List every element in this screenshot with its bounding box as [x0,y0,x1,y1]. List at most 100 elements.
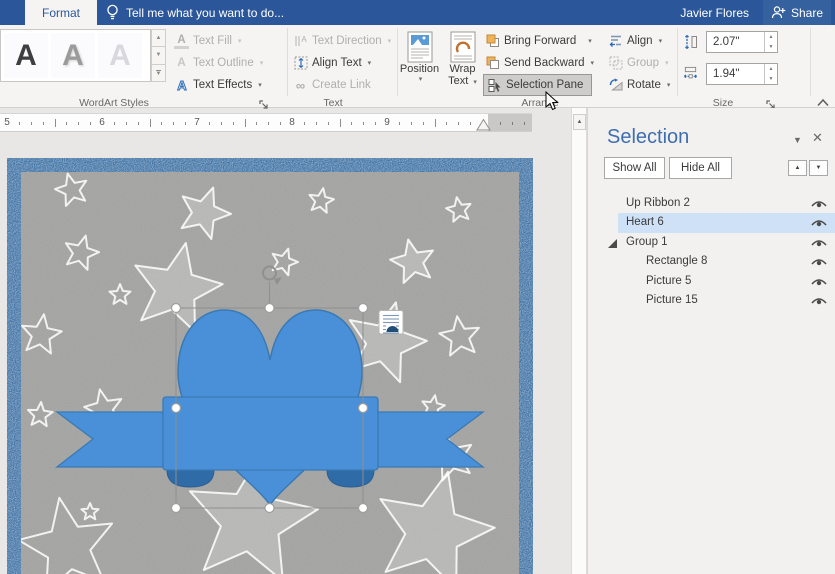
gallery-up-button[interactable]: ▲ [151,29,166,47]
selection-item-picture-5[interactable]: Picture 5 [597,272,835,291]
eye-visibility-icon[interactable] [811,256,827,267]
shape-height-icon [683,34,698,49]
eye-visibility-icon[interactable] [811,198,827,209]
height-spinner[interactable]: ▲▼ [764,32,777,52]
selection-item-label: Group 1 [626,236,668,248]
resize-handle[interactable] [172,304,181,313]
group-separator [287,28,288,96]
horizontal-ruler[interactable]: 56789 [0,113,532,132]
ruler-tick [90,122,91,125]
position-button[interactable]: Position ▾ [399,28,440,98]
resize-handle[interactable] [265,304,274,313]
move-down-button[interactable]: ▼ [809,160,828,176]
share-button[interactable]: Share [763,0,831,25]
rotate-button[interactable]: Rotate▾ [608,75,670,95]
ruler-number: 9 [384,117,390,128]
selection-item-rectangle-8[interactable]: Rectangle 8 [597,252,835,271]
wordart-dialog-launcher-icon[interactable] [259,100,269,110]
wordart-style-thumb[interactable]: A [98,33,142,78]
align-objects-icon [608,34,623,49]
collapse-ribbon-icon[interactable] [816,97,830,108]
ruler-tick [500,122,501,125]
scroll-up-button[interactable]: ▲ [573,114,586,130]
move-up-button[interactable]: ▲ [788,160,807,176]
group-separator [677,28,678,96]
ruler-tick [375,122,376,125]
ruler-tick [256,122,257,125]
shape-height-input[interactable]: 2.07" ▲▼ [706,31,778,53]
ruler-number: 5 [4,117,10,128]
align-button[interactable]: Align▾ [608,31,662,51]
wordart-style-thumb[interactable]: A [51,33,95,78]
eye-visibility-icon[interactable] [811,217,827,228]
wordart-style-thumb[interactable]: A [4,33,48,78]
align-text-button[interactable]: Align Text▾ [293,53,371,73]
wrap-text-icon [450,31,476,63]
send-backward-button[interactable]: Send Backward▾ [485,53,594,73]
bring-forward-button[interactable]: Bring Forward▾ [485,31,592,51]
resize-handle[interactable] [359,304,368,313]
selection-item-label: Picture 15 [646,294,698,306]
ruler-tick [512,122,513,125]
ruler-tick [161,122,162,125]
selection-item-label: Up Ribbon 2 [626,197,690,209]
pane-close-icon[interactable]: ✕ [812,130,823,146]
resize-handle[interactable] [265,504,274,513]
selection-pane-icon [487,78,502,93]
eye-visibility-icon[interactable] [811,276,827,287]
resize-handle[interactable] [172,504,181,513]
svg-text:A: A [301,35,307,44]
selection-list: Up Ribbon 2 Heart 6 Group 1 Rectangle 8 Pict… [597,194,835,310]
create-link-button: ∞ Create Link [293,75,371,95]
ruler-tick [446,122,447,125]
eye-visibility-icon[interactable] [811,295,827,306]
ruler-tick [524,122,525,125]
selection-item-heart-6[interactable]: Heart 6 [597,213,835,232]
pane-menu-icon[interactable]: ▼ [793,135,802,145]
wrap-text-button[interactable]: Wrap Text ▾ [442,28,483,98]
selection-item-label: Picture 5 [646,275,691,287]
text-outline-button: A Text Outline▾ [174,53,263,73]
selection-item-group-1[interactable]: Group 1 [597,233,835,252]
layout-options-button[interactable] [379,311,403,335]
ruler-tick [150,119,151,127]
document-canvas[interactable] [0,134,572,574]
selection-item-up-ribbon-2[interactable]: Up Ribbon 2 [597,194,835,213]
ruler-tick [55,119,56,127]
hide-all-button[interactable]: Hide All [669,157,732,179]
wordart-gallery[interactable]: AAA [0,29,151,82]
width-spinner[interactable]: ▲▼ [764,64,777,84]
ruler-tick [78,122,79,125]
right-indent-marker[interactable] [476,119,491,131]
ruler-tick [316,122,317,125]
user-name[interactable]: Javier Flores [680,0,749,25]
shape-height-value: 2.07" [707,36,764,48]
selection-item-picture-15[interactable]: Picture 15 [597,291,835,310]
gallery-more-button[interactable]: ▼ [151,65,166,82]
selection-pane-button[interactable]: Selection Pane [484,75,591,95]
resize-handle[interactable] [359,504,368,513]
ribbon: AAA ▲ ▼ ▼ WordArt Styles A Text Fill▾ A … [0,25,835,108]
text-outline-icon: A [174,56,189,71]
vertical-scrollbar[interactable]: ▲ [571,108,587,574]
selection-item-label: Rectangle 8 [646,255,707,267]
expander-icon[interactable] [608,239,617,248]
shape-width-input[interactable]: 1.94" ▲▼ [706,63,778,85]
resize-handle[interactable] [172,404,181,413]
text-effects-button[interactable]: A Text Effects▾ [174,75,262,95]
resize-handle[interactable] [359,404,368,413]
show-all-button[interactable]: Show All [604,157,665,179]
group-objects-icon [608,56,623,71]
share-label: Share [791,6,823,20]
ruler-tick [435,119,436,127]
ruler-tick [31,122,32,125]
tab-format[interactable]: Format [25,0,97,25]
eye-visibility-icon[interactable] [811,237,827,248]
svg-text:A: A [177,78,187,92]
group-separator [810,28,811,96]
ruler-number: 8 [289,117,295,128]
selection-item-label: Heart 6 [626,216,664,228]
ruler-tick [19,122,20,125]
tellme-box[interactable]: Tell me what you want to do... [106,0,284,25]
gallery-down-button[interactable]: ▼ [151,47,166,64]
